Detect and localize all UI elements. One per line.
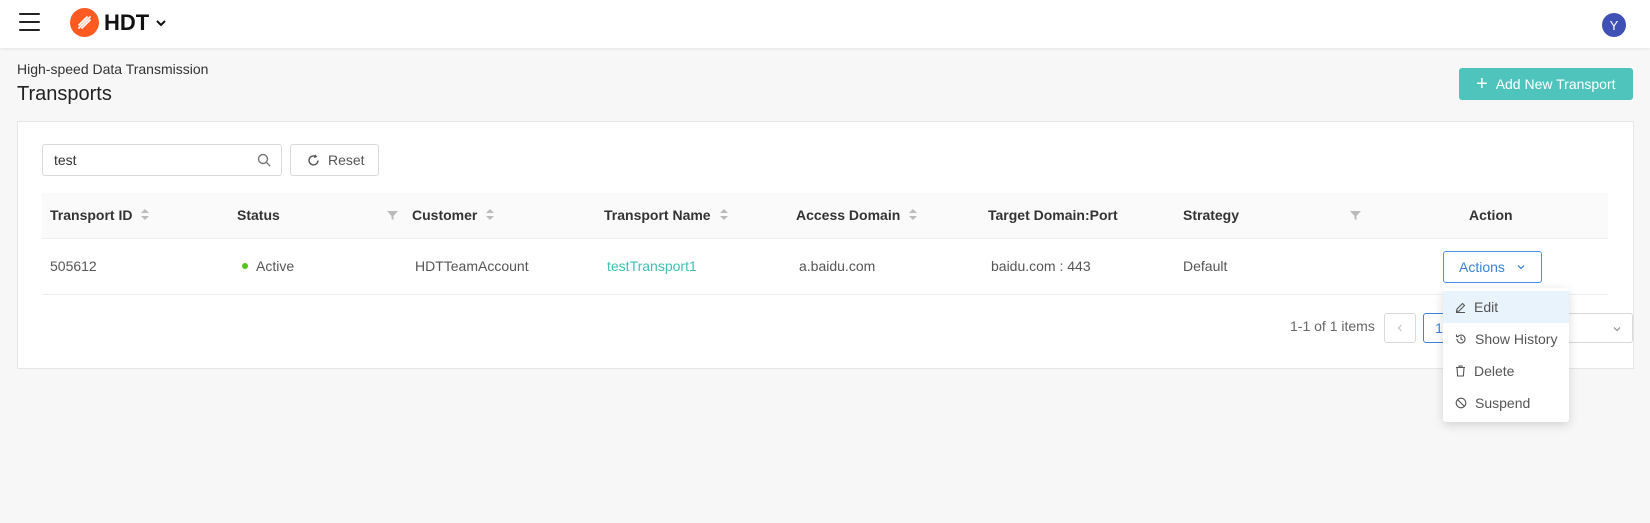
- menu-item-label: Delete: [1474, 363, 1515, 379]
- table-row: 505612 Active HDTTeamAccount testTranspo…: [42, 239, 1608, 295]
- column-label: Customer: [412, 207, 478, 223]
- status-dot-icon: [242, 263, 248, 270]
- search-icon[interactable]: [257, 153, 271, 167]
- reset-label: Reset: [328, 152, 365, 168]
- cell-access-domain: a.baidu.com: [799, 258, 876, 274]
- column-label: Access Domain: [796, 207, 901, 223]
- trash-icon: [1456, 365, 1465, 377]
- sort-icon[interactable]: [486, 209, 495, 221]
- actions-label: Actions: [1459, 259, 1505, 275]
- brand-name[interactable]: HDT: [104, 10, 149, 36]
- menu-item-label: Suspend: [1475, 395, 1531, 411]
- column-label: Transport ID: [50, 207, 133, 223]
- menu-item-label: Edit: [1474, 299, 1499, 315]
- hamburger-icon[interactable]: [19, 13, 40, 31]
- menu-item-label: Show History: [1475, 331, 1558, 347]
- chevron-down-icon: [1517, 265, 1525, 270]
- hdt-logo-icon: [70, 8, 99, 37]
- column-header-strategy: Strategy: [1183, 207, 1239, 223]
- menu-item-show-history[interactable]: Show History: [1443, 323, 1569, 355]
- top-navigation-bar: HDT Y: [0, 0, 1650, 48]
- search-input[interactable]: [43, 145, 243, 175]
- transport-name-link[interactable]: testTransport1: [607, 258, 697, 274]
- chevron-down-icon[interactable]: [155, 17, 167, 29]
- chevron-left-icon: [1397, 324, 1402, 332]
- page-title: Transports: [17, 83, 112, 105]
- menu-item-edit[interactable]: Edit: [1443, 291, 1569, 323]
- cell-customer: HDTTeamAccount: [415, 258, 529, 274]
- column-header-transport-name[interactable]: Transport Name: [604, 207, 728, 223]
- table-header: Transport ID Status Customer Transport N…: [42, 193, 1608, 239]
- search-field[interactable]: [42, 144, 282, 176]
- filter-icon[interactable]: [387, 210, 398, 221]
- column-label: Strategy: [1183, 207, 1240, 223]
- status-label: Active: [256, 258, 295, 274]
- pagination-total: 1-1 of 1 items: [1290, 318, 1375, 334]
- cell-status: Active: [242, 258, 294, 274]
- add-new-transport-label: Add New Transport: [1495, 76, 1616, 92]
- previous-page-button[interactable]: [1384, 313, 1416, 343]
- user-avatar[interactable]: Y: [1602, 13, 1626, 37]
- column-header-customer[interactable]: Customer: [412, 207, 495, 223]
- column-header-target-domain-port: Target Domain:Port: [988, 207, 1118, 223]
- plus-icon: +: [1476, 73, 1488, 95]
- sort-icon[interactable]: [909, 209, 918, 221]
- stop-icon: [1455, 397, 1467, 409]
- filter-icon[interactable]: [1350, 210, 1361, 221]
- actions-dropdown-menu: Edit Show History Delete Suspend: [1443, 288, 1569, 422]
- column-label: Target Domain:Port: [988, 207, 1118, 223]
- chevron-down-icon: [1613, 327, 1621, 332]
- cell-strategy: Default: [1183, 258, 1228, 274]
- page-subtitle: High-speed Data Transmission: [17, 61, 209, 77]
- actions-dropdown-button[interactable]: Actions: [1443, 251, 1542, 283]
- reset-button[interactable]: Reset: [290, 144, 379, 176]
- cell-transport-id: 505612: [50, 258, 97, 274]
- add-new-transport-button[interactable]: + Add New Transport: [1459, 68, 1633, 100]
- column-header-access-domain[interactable]: Access Domain: [796, 207, 918, 223]
- column-label: Action: [1469, 207, 1513, 223]
- menu-item-suspend[interactable]: Suspend: [1443, 387, 1569, 419]
- cell-target-domain-port: baidu.com : 443: [991, 258, 1091, 274]
- column-header-action: Action: [1469, 207, 1513, 223]
- column-label: Transport Name: [604, 207, 711, 223]
- sort-icon[interactable]: [141, 209, 150, 221]
- sort-icon[interactable]: [719, 209, 728, 221]
- history-icon: [1455, 334, 1466, 344]
- reload-icon: [308, 153, 319, 166]
- column-header-transport-id[interactable]: Transport ID: [50, 207, 150, 223]
- column-header-status: Status: [237, 207, 280, 223]
- menu-item-delete[interactable]: Delete: [1443, 355, 1569, 387]
- column-label: Status: [237, 207, 280, 223]
- pencil-icon: [1455, 302, 1466, 313]
